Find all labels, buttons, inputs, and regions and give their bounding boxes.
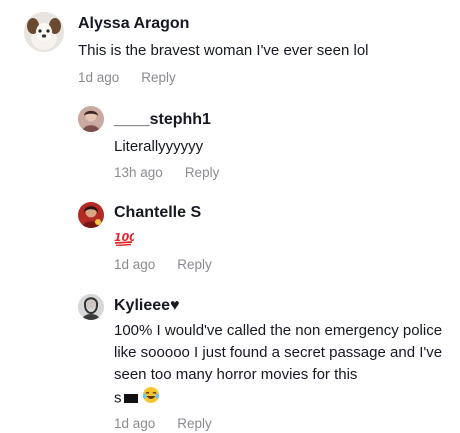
reply-button[interactable]: Reply: [177, 257, 212, 272]
comment-username[interactable]: Alyssa Aragon: [78, 14, 189, 34]
comment-chantelle-s: Chantelle S 100 1d ago Reply: [0, 190, 460, 286]
comment-time: 1d ago: [78, 70, 120, 85]
comment-time: 1d ago: [114, 257, 156, 272]
comment-time: 13h ago: [114, 165, 163, 180]
comment-username[interactable]: ____stephh1: [114, 110, 211, 130]
comment-stephh1: ____stephh1 Literallyyyyyy 13h ago Reply: [0, 92, 460, 190]
comment-meta: 1d ago Reply: [114, 415, 212, 433]
comment-time: 1d ago: [114, 416, 156, 431]
comment-kylieee: Kylieee♥ 100% I would've called the non …: [0, 286, 460, 432]
person-avatar-icon[interactable]: [78, 106, 104, 132]
comment-text-body: 100% I would've called the non emergency…: [114, 322, 443, 383]
comment-username[interactable]: Chantelle S: [114, 203, 201, 223]
comment-text: Literallyyyyyy: [114, 138, 204, 155]
person-red-avatar-icon[interactable]: [78, 202, 104, 228]
comment-meta: 13h ago Reply: [114, 164, 219, 182]
reply-button[interactable]: Reply: [141, 70, 176, 85]
comment-meta: 1d ago Reply: [114, 256, 212, 274]
comment-text-tail: s: [114, 389, 122, 407]
reply-button[interactable]: Reply: [185, 165, 220, 180]
censor-block: [123, 394, 138, 403]
reply-button[interactable]: Reply: [177, 416, 212, 431]
comment-username[interactable]: Kylieee♥: [114, 296, 180, 316]
person-dark-avatar-icon[interactable]: [78, 294, 104, 320]
comment-alyssa-aragon: Alyssa Aragon This is the bravest woman …: [0, 0, 460, 92]
comment-meta: 1d ago Reply: [78, 69, 176, 87]
comment-text: This is the bravest woman I've ever seen…: [78, 42, 369, 59]
hundred-points-icon: 100: [114, 228, 137, 247]
dog-avatar-icon[interactable]: [24, 12, 64, 52]
laughing-crying-icon: [142, 386, 160, 411]
comment-text: 100% I would've called the non emergency…: [114, 320, 450, 411]
